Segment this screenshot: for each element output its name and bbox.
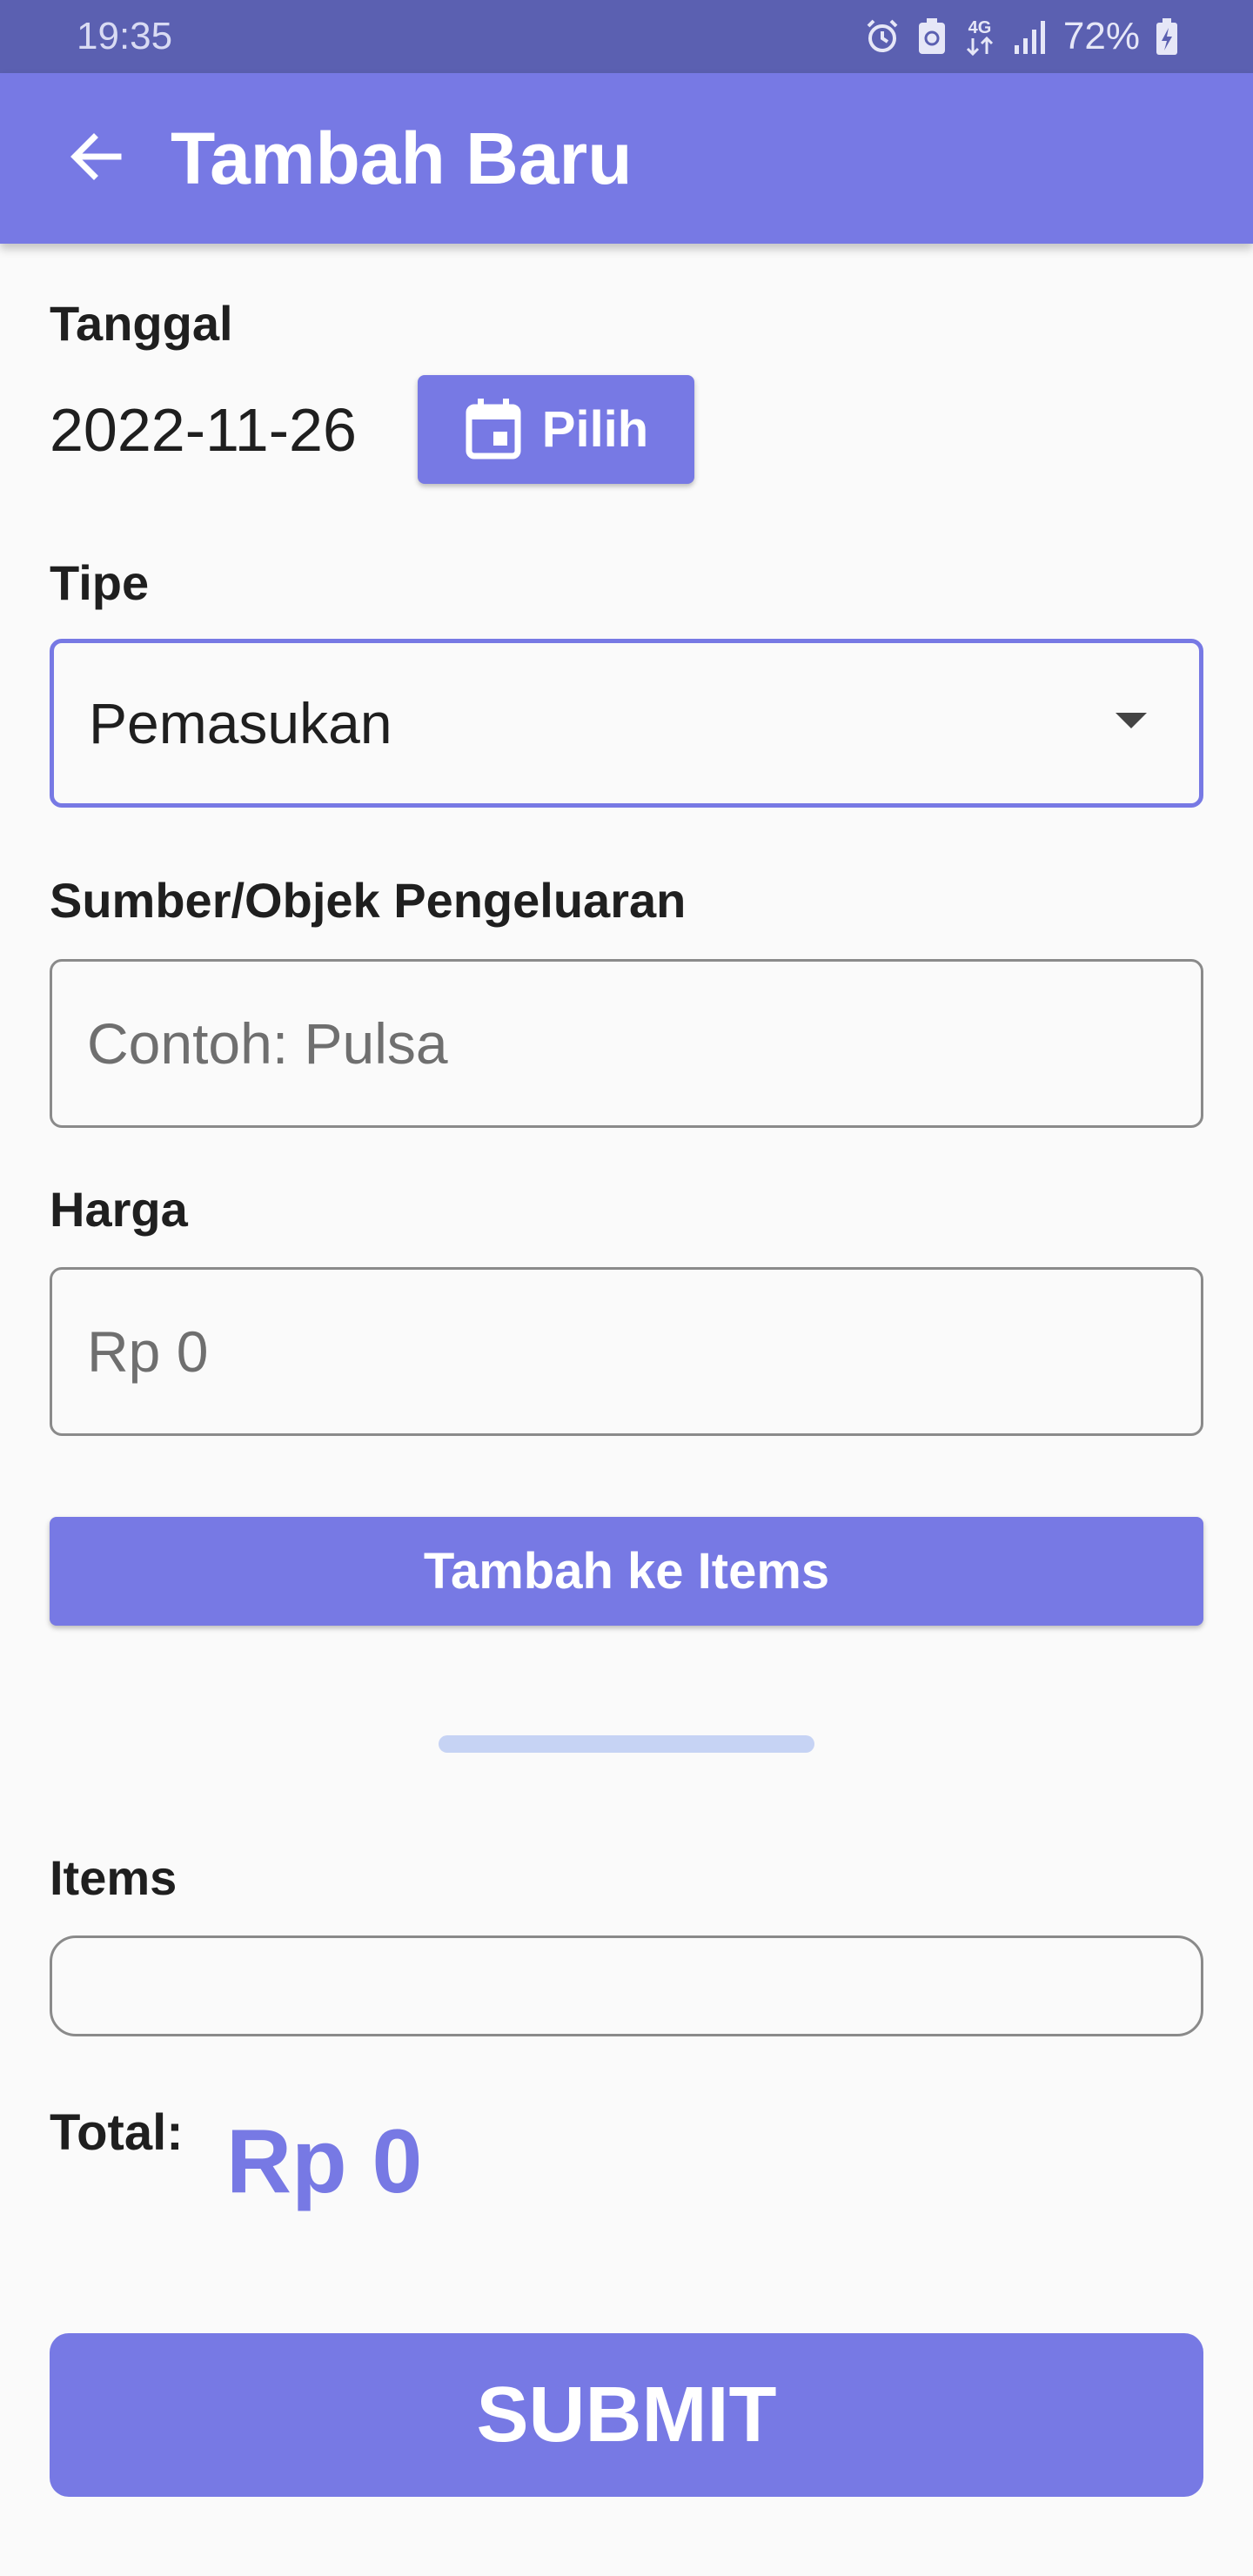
status-icons: 4G 72% bbox=[863, 12, 1178, 61]
type-dropdown[interactable]: Pemasukan bbox=[50, 639, 1203, 808]
total-value: Rp 0 bbox=[226, 2111, 423, 2212]
4g-icon: 4G bbox=[962, 16, 997, 57]
price-input[interactable] bbox=[87, 1270, 1149, 1433]
status-time: 19:35 bbox=[77, 15, 173, 57]
source-input[interactable] bbox=[87, 962, 1149, 1125]
type-label: Tipe bbox=[50, 555, 150, 610]
total-label: Total: bbox=[50, 2104, 184, 2161]
arrow-left-icon bbox=[68, 129, 124, 188]
items-list[interactable] bbox=[50, 1935, 1203, 2036]
battery-percent: 72% bbox=[1062, 15, 1140, 57]
date-value: 2022-11-26 bbox=[50, 396, 357, 464]
back-button[interactable] bbox=[49, 111, 143, 205]
add-to-items-button[interactable]: Tambah ke Items bbox=[50, 1517, 1203, 1626]
status-bar: 19:35 4G 72% bbox=[0, 0, 1253, 73]
alarm-icon bbox=[863, 17, 901, 56]
pick-date-button[interactable]: Pilih bbox=[418, 375, 694, 484]
battery-charging-icon bbox=[1156, 17, 1178, 56]
date-label: Tanggal bbox=[50, 296, 233, 351]
svg-text:4G: 4G bbox=[968, 18, 992, 37]
items-label: Items bbox=[50, 1850, 178, 1905]
price-field[interactable] bbox=[50, 1267, 1203, 1436]
pick-date-button-label: Pilih bbox=[541, 400, 649, 458]
app-bar: Tambah Baru bbox=[0, 73, 1253, 244]
source-label: Sumber/Objek Pengeluaran bbox=[50, 873, 687, 928]
recycle-battery-icon bbox=[917, 17, 947, 56]
type-selected-value: Pemasukan bbox=[89, 691, 392, 755]
source-field[interactable] bbox=[50, 959, 1203, 1128]
signal-icon bbox=[1013, 17, 1048, 56]
price-label: Harga bbox=[50, 1182, 188, 1237]
submit-button[interactable]: SUBMIT bbox=[50, 2333, 1203, 2497]
app-title: Tambah Baru bbox=[171, 117, 633, 199]
divider-pill bbox=[439, 1735, 814, 1753]
calendar-icon bbox=[464, 397, 523, 463]
chevron-down-icon bbox=[1116, 713, 1147, 728]
